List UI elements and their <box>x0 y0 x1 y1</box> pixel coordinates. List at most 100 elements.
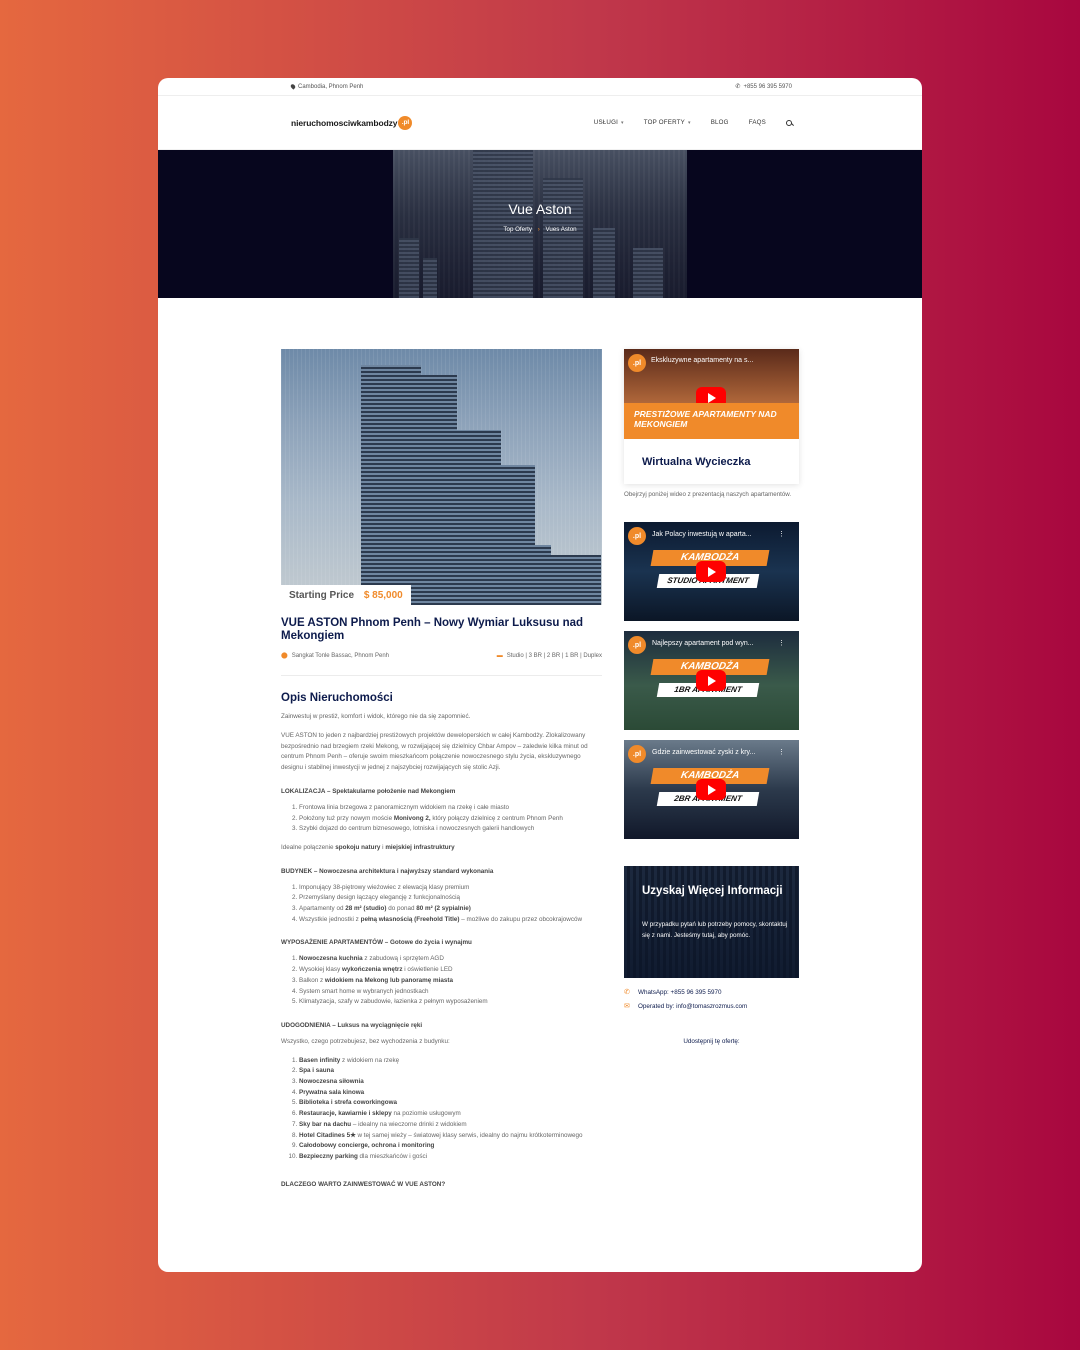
phone-icon: ✆ <box>735 84 741 90</box>
list-item: Biblioteka i strefa coworkingowa <box>299 1098 602 1109</box>
location-text: Cambodia, Phnom Penh <box>298 83 364 90</box>
logo-badge: .pl <box>398 115 413 130</box>
video-title: Ekskluzywne apartamenty na s... <box>651 357 754 364</box>
top-info-bar: Cambodia, Phnom Penh ✆ +855 96 395 5970 <box>158 78 922 96</box>
phone-text[interactable]: +855 96 395 5970 <box>743 84 792 90</box>
nav-item-blog[interactable]: BLOG <box>711 119 729 126</box>
list-item: Hotel Citadines 5★ w tej samej wieży – ś… <box>299 1131 602 1142</box>
search-icon <box>786 119 792 126</box>
listing-main: Starting Price $ 85,000 VUE ASTON Phnom … <box>281 349 602 1188</box>
channel-avatar: .pl <box>628 354 646 372</box>
play-icon[interactable] <box>696 561 726 583</box>
site-logo[interactable]: nieruchomosciwkambodzy .pl <box>291 115 413 130</box>
list-item: Szybki dojazd do centrum biznesowego, lo… <box>299 824 602 835</box>
video-embed[interactable]: .pl Najlepszy apartament pod wyn... ⋮ KA… <box>624 631 799 731</box>
video-title: Gdzie zainwestować zyski z kry... <box>652 749 756 757</box>
list-item: Basen infinity z widokiem na rzekę <box>299 1056 602 1067</box>
channel-avatar: .pl <box>628 745 646 764</box>
section-amenities-title: UDOGODNIENIA – Luksus na wyciągnięcie rę… <box>281 1021 423 1029</box>
list-item: Sky bar na dachu – idealny na wieczorne … <box>299 1120 602 1131</box>
list-item: System smart home w wybranych jednostkac… <box>299 987 602 998</box>
listing-meta: ⬤ Sangkat Tonle Bassac, Phnom Penh ▬ Studi… <box>281 652 602 677</box>
listing-title: VUE ASTON Phnom Penh – Nowy Wymiar Luksu… <box>281 617 584 642</box>
video-thumbnail[interactable]: .pl Ekskluzywne apartamenty na s... PRES… <box>624 349 799 439</box>
email-text[interactable]: Operated by: info@tomaszrozmus.com <box>638 1003 747 1010</box>
breadcrumb-parent[interactable]: Top Oferty <box>503 226 532 233</box>
list-item: Nowoczesna kuchnia z zabudową i sprzętem… <box>299 954 602 965</box>
location-list: Frontowa linia brzegowa z panoramicznym … <box>281 803 602 835</box>
info-box: Uzyskaj Więcej Informacji W przypadku py… <box>624 866 799 979</box>
browser-page: Cambodia, Phnom Penh ✆ +855 96 395 5970 … <box>158 78 922 1272</box>
list-item: Imponujący 38-piętrowy wieżowiec z elewa… <box>299 883 602 894</box>
whatsapp-contact[interactable]: ✆ WhatsApp: +855 96 395 5970 <box>624 988 799 997</box>
list-item: Klimatyzacja, szafy w zabudowie, łazienk… <box>299 997 602 1008</box>
nav-label: USŁUGI <box>593 119 619 126</box>
building-list: Imponujący 38-piętrowy wieżowiec z elewa… <box>281 883 602 926</box>
breadcrumb: Top Oferty › Vues Aston <box>158 226 922 233</box>
list-item: Całodobowy concierge, ochrona i monitori… <box>299 1141 602 1152</box>
more-options-icon[interactable]: ⋮ <box>778 530 785 538</box>
listing-types: ▬ Studio | 3 BR | 2 BR | 1 BR | Duplex <box>497 652 602 659</box>
more-options-icon[interactable]: ⋮ <box>778 639 785 647</box>
main-navigation: nieruchomosciwkambodzy .pl USŁUGI ▾ TOP O… <box>158 96 922 150</box>
list-item: Wszystkie jednostki z pełną własnością (… <box>299 915 602 926</box>
listing-address: ⬤ Sangkat Tonle Bassac, Phnom Penh <box>281 652 389 660</box>
nav-item-top-oferty[interactable]: TOP OFERTY ▾ <box>644 119 691 126</box>
nav-item-uslugi[interactable]: USŁUGI ▾ <box>594 119 624 126</box>
description-heading: Opis Nieruchomości <box>281 692 393 705</box>
info-title: Uzyskaj Więcej Informacji <box>642 885 783 898</box>
search-button[interactable] <box>786 119 792 126</box>
equipment-list: Nowoczesna kuchnia z zabudową i sprzętem… <box>281 954 602 1008</box>
video-title: Jak Polacy inwestują w aparta... <box>652 531 752 539</box>
list-item: Balkon z widokiem na Mekong lub panoramę… <box>299 976 602 987</box>
video-embed[interactable]: .pl Gdzie zainwestować zyski z kry... ⋮ … <box>624 740 799 840</box>
virtual-tour-note: Obejrzyj poniżej wideo z prezentacją nas… <box>624 491 792 498</box>
chevron-down-icon: ▾ <box>687 119 691 126</box>
nav-item-faqs[interactable]: FAQS <box>749 119 766 126</box>
envelope-icon: ✉ <box>624 1003 630 1011</box>
page-title: Vue Aston <box>508 201 572 217</box>
virtual-tour-card: .pl Ekskluzywne apartamenty na s... PRES… <box>624 349 799 484</box>
list-item: Spa i sauna <box>299 1066 602 1077</box>
list-item: Apartamenty od 28 m² (studio) do ponad 8… <box>299 904 602 915</box>
chevron-right-icon: › <box>537 226 540 233</box>
video-embed[interactable]: .pl Jak Polacy inwestują w aparta... ⋮ K… <box>624 522 799 622</box>
price-value: $ 85,000 <box>363 590 403 601</box>
section-building-title: BUDYNEK – Nowoczesna architektura i najw… <box>281 867 494 875</box>
video-title: Najlepszy apartament pod wyn... <box>652 640 754 648</box>
share-label: Udostępnij tę ofertę: <box>683 1038 740 1046</box>
whatsapp-text[interactable]: WhatsApp: +855 96 395 5970 <box>638 989 722 996</box>
price-label: Starting Price <box>289 590 355 601</box>
list-item: Wysokiej klasy wykończenia wnętrz i oświ… <box>299 965 602 976</box>
list-item: Frontowa linia brzegowa z panoramicznym … <box>299 803 602 814</box>
phone-info[interactable]: ✆ +855 96 395 5970 <box>735 83 792 91</box>
channel-avatar: .pl <box>628 636 646 655</box>
video-banner: PRESTIŻOWE APARTAMENTY NAD MEKONGIEM <box>624 403 799 439</box>
email-contact[interactable]: ✉ Operated by: info@tomaszrozmus.com <box>624 1002 799 1011</box>
location-summary: Idealne połączenie spokoju natury i miej… <box>281 843 455 851</box>
list-item: Nowoczesna siłownia <box>299 1077 602 1088</box>
chevron-down-icon: ▾ <box>621 119 624 126</box>
list-item: Prywatna sala kinowa <box>299 1088 602 1099</box>
breadcrumb-current: Vues Aston <box>545 226 577 233</box>
amenities-intro: Wszystko, czego potrzebujesz, bez wychod… <box>281 1037 450 1045</box>
more-options-icon[interactable]: ⋮ <box>778 748 785 756</box>
list-item: Położony tuż przy nowym moście Monivong … <box>299 814 602 825</box>
list-item: Restauracje, kawiarnie i sklepy na pozio… <box>299 1109 602 1120</box>
nav-label: FAQS <box>748 119 766 126</box>
property-photo[interactable]: Starting Price $ 85,000 <box>281 349 602 605</box>
play-icon[interactable] <box>696 670 726 692</box>
nav-menu: USŁUGI ▾ TOP OFERTY ▾ BLOG FAQS <box>594 119 792 126</box>
nav-label: TOP OFERTY <box>643 119 685 126</box>
play-icon[interactable] <box>696 779 726 801</box>
channel-avatar: .pl <box>628 527 646 546</box>
amenities-list: Basen infinity z widokiem na rzekę Spa i… <box>281 1056 602 1163</box>
logo-text: nieruchomosciwkambodzy <box>291 117 398 128</box>
info-text: W przypadku pytań lub potrzeby pomocy, s… <box>642 921 788 940</box>
types-text: Studio | 3 BR | 2 BR | 1 BR | Duplex <box>506 652 602 659</box>
price-tag: Starting Price $ 85,000 <box>281 585 411 605</box>
description-paragraph: VUE ASTON to jeden z najbardziej prestiż… <box>281 731 588 772</box>
section-location-title: LOKALIZACJA – Spektakularne położenie na… <box>281 787 456 795</box>
nav-label: BLOG <box>710 119 729 126</box>
list-item: Bezpieczny parking dla mieszkańców i goś… <box>299 1152 602 1163</box>
